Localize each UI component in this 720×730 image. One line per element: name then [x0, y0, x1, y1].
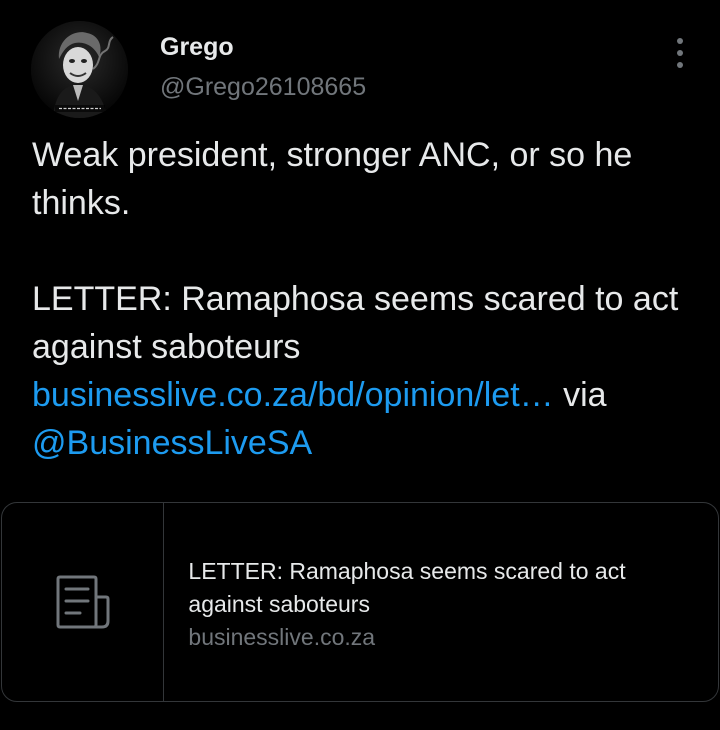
card-domain: businesslive.co.za: [188, 624, 376, 650]
tweet-line-link: businesslive.co.za/bd/opinion/let… via: [32, 371, 702, 419]
via-text: via: [553, 376, 607, 414]
tweet-line-mention: @BusinessLiveSA: [32, 419, 702, 467]
avatar[interactable]: [31, 21, 128, 118]
tweet-text: Weak president, stronger ANC, or so he t…: [32, 131, 702, 467]
card-title: LETTER: Ramaphosa seems scared to act ag…: [188, 558, 626, 617]
more-options-icon[interactable]: [664, 36, 696, 70]
avatar-image: [31, 21, 128, 118]
mention-link[interactable]: @BusinessLiveSA: [32, 424, 312, 462]
tweet-line-comment: Weak president, stronger ANC, or so he t…: [32, 136, 633, 222]
tweet-line-headline: LETTER: Ramaphosa seems scared to act ag…: [32, 280, 679, 366]
user-handle[interactable]: @Grego26108665: [160, 73, 366, 102]
more-dot: [677, 62, 683, 68]
article-icon: [56, 575, 110, 629]
more-dot: [677, 50, 683, 56]
card-thumbnail: [2, 503, 165, 701]
display-name[interactable]: Grego: [160, 33, 234, 62]
article-link[interactable]: businesslive.co.za/bd/opinion/let…: [32, 376, 554, 414]
more-dot: [677, 38, 683, 44]
card-body: LETTER: Ramaphosa seems scared to act ag…: [164, 503, 718, 701]
link-preview-card[interactable]: LETTER: Ramaphosa seems scared to act ag…: [1, 502, 719, 702]
